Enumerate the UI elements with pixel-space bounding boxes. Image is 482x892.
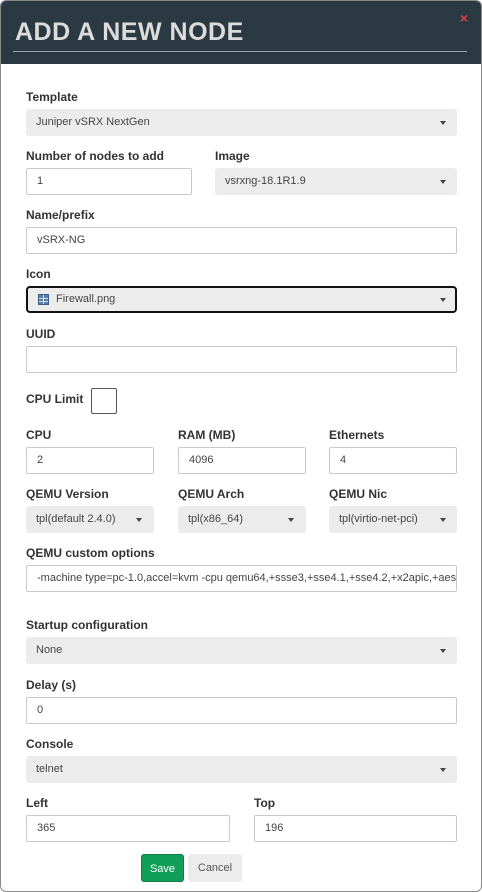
icon-select[interactable]: Firewall.png [26,286,457,313]
cpu-label: CPU [26,428,52,442]
image-value: vsrxng-18.1R1.9 [225,175,306,187]
qemu-version-select[interactable]: tpl(default 2.4.0) [26,506,154,533]
uuid-input[interactable] [26,346,457,373]
save-button[interactable]: Save [141,854,184,882]
startup-config-label: Startup configuration [26,618,148,632]
icon-value: Firewall.png [56,293,116,305]
qemu-arch-value: tpl(x86_64) [188,513,244,525]
console-value: telnet [36,763,63,775]
top-label: Top [254,796,276,810]
chevron-down-icon [136,518,142,522]
name-prefix-input[interactable]: vSRX-NG [26,227,457,254]
template-value: Juniper vSRX NextGen [36,116,150,128]
close-icon[interactable]: × [457,11,471,25]
title-underline [13,51,467,52]
nodes-count-label: Number of nodes to add [26,149,164,163]
cpu-limit-checkbox[interactable] [91,388,117,414]
delay-label: Delay (s) [26,678,77,692]
console-label: Console [26,737,74,751]
name-prefix-label: Name/prefix [26,208,95,222]
qemu-arch-select[interactable]: tpl(x86_64) [178,506,306,533]
chevron-down-icon [440,518,446,522]
uuid-label: UUID [26,327,56,341]
nodes-count-input[interactable]: 1 [26,168,192,195]
qemu-nic-select[interactable]: tpl(virtio-net-pci) [329,506,457,533]
chevron-down-icon [440,121,446,125]
qemu-version-label: QEMU Version [26,487,109,501]
top-input[interactable]: 196 [254,815,457,842]
add-node-dialog: ADD A NEW NODE × Template Juniper vSRX N… [0,0,482,892]
left-label: Left [26,796,48,810]
ethernets-label: Ethernets [329,428,385,442]
icon-label: Icon [26,267,51,281]
ram-label: RAM (MB) [178,428,236,442]
ethernets-input[interactable]: 4 [329,447,457,474]
cancel-button[interactable]: Cancel [188,854,242,882]
dialog-title: ADD A NEW NODE [15,18,244,46]
delay-input[interactable]: 0 [26,697,457,724]
dialog-header: ADD A NEW NODE × [1,1,481,64]
chevron-down-icon [440,180,446,184]
firewall-icon [38,294,49,305]
chevron-down-icon [440,649,446,653]
template-select[interactable]: Juniper vSRX NextGen [26,109,457,136]
qemu-nic-label: QEMU Nic [329,487,388,501]
cpu-limit-label: CPU Limit [26,392,84,406]
chevron-down-icon [440,768,446,772]
console-select[interactable]: telnet [26,756,457,783]
startup-config-select[interactable]: None [26,637,457,664]
chevron-down-icon [440,298,446,302]
image-select[interactable]: vsrxng-18.1R1.9 [215,168,457,195]
qemu-custom-input[interactable]: -machine type=pc-1.0,accel=kvm -cpu qemu… [26,565,457,592]
image-label: Image [215,149,250,163]
startup-config-value: None [36,644,63,656]
chevron-down-icon [288,518,294,522]
cpu-input[interactable]: 2 [26,447,154,474]
qemu-custom-label: QEMU custom options [26,546,155,560]
ram-input[interactable]: 4096 [178,447,306,474]
qemu-version-value: tpl(default 2.4.0) [36,513,116,525]
left-input[interactable]: 365 [26,815,230,842]
template-label: Template [26,90,78,104]
qemu-arch-label: QEMU Arch [178,487,245,501]
qemu-nic-value: tpl(virtio-net-pci) [339,513,418,525]
